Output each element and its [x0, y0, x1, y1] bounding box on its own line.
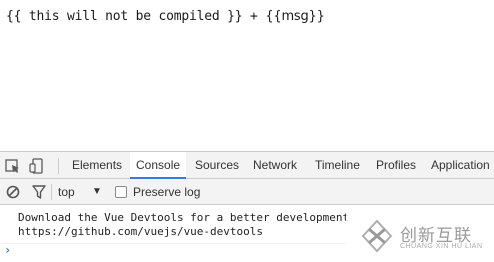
console-filterbar: top ▼ Preserve log [0, 179, 494, 205]
chevron-down-icon[interactable]: ▼ [92, 179, 102, 205]
toolbar-divider [58, 158, 59, 174]
console-prompt[interactable]: › [4, 243, 11, 257]
preserve-log-checkbox[interactable] [115, 186, 127, 198]
uncompiled-text: {{ this will not be compiled }} + [6, 9, 266, 24]
watermark: 创新互联 CHUANG XIN HU LIAN [346, 210, 494, 262]
page-output: {{ this will not be compiled }} + {{msg}… [6, 9, 325, 24]
tab-network[interactable]: Network [247, 152, 303, 179]
device-toolbar-icon[interactable] [28, 157, 46, 175]
msg-template-text: {{msg}} [265, 9, 325, 24]
clear-console-icon[interactable] [4, 183, 22, 201]
console-message: Download the Vue Devtools for a better d… [18, 211, 349, 239]
preserve-log-label: Preserve log [133, 185, 201, 199]
message-text: Download the Vue Devtools for a better d… [18, 211, 350, 224]
tab-console[interactable]: Console [130, 152, 187, 179]
inspect-icon[interactable] [4, 157, 22, 175]
tab-sources[interactable]: Sources [189, 152, 245, 179]
context-selector[interactable]: top [58, 179, 75, 205]
tab-application[interactable]: Application [425, 152, 494, 179]
tab-elements[interactable]: Elements [66, 152, 128, 179]
devtools-link[interactable]: https://github.com/vuejs/vue-devtools [18, 225, 263, 238]
filterbar-divider [51, 184, 52, 200]
tab-timeline[interactable]: Timeline [309, 152, 366, 179]
watermark-logo-icon [360, 219, 394, 253]
watermark-text-en: CHUANG XIN HU LIAN [400, 243, 483, 250]
tab-profiles[interactable]: Profiles [370, 152, 422, 179]
filter-icon[interactable] [30, 183, 48, 201]
devtools-tabbar: Elements Console Sources Network Timelin… [0, 151, 494, 179]
